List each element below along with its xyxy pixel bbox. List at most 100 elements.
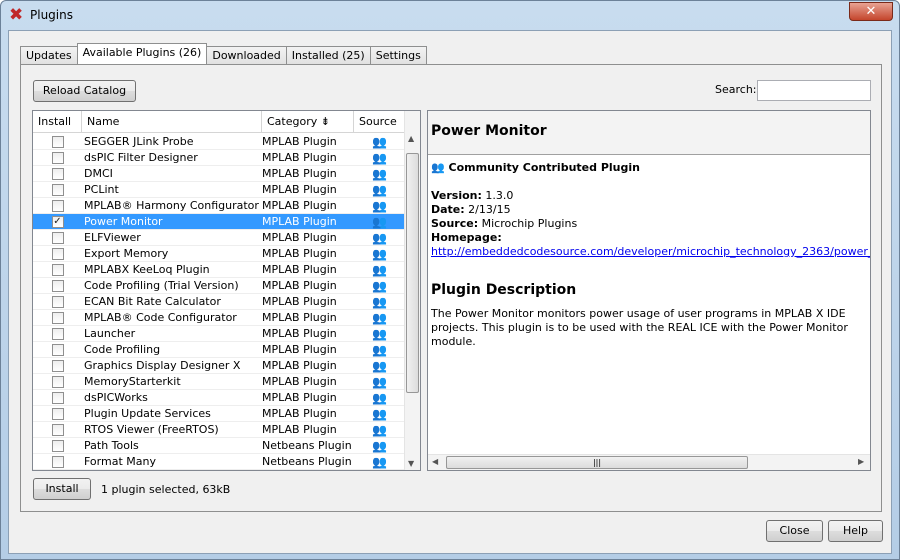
plugin-name: dsPIC Filter Designer [84,151,198,164]
table-row[interactable]: Export Memory MPLAB Plugin 👥 [33,246,405,262]
community-source-icon: 👥 [372,279,387,293]
table-row[interactable]: Code Profiling MPLAB Plugin 👥 [33,342,405,358]
install-cell [33,326,82,341]
table-row[interactable]: ECAN Bit Rate Calculator MPLAB Plugin 👥 [33,294,405,310]
homepage-link[interactable]: http://embeddedcodesource.com/developer/… [431,245,870,259]
install-checkbox[interactable] [51,247,64,260]
install-checkbox[interactable] [51,439,64,452]
community-icon: 👥 [431,161,445,174]
table-row[interactable]: dsPICWorks MPLAB Plugin 👥 [33,390,405,406]
install-checkbox[interactable] [51,311,64,324]
plugin-name: dsPICWorks [84,391,148,404]
search-label: Search: [715,83,757,96]
install-button[interactable]: Install [33,478,91,500]
install-checkbox[interactable] [51,135,64,148]
install-checkbox[interactable] [51,151,64,164]
community-source-icon: 👥 [372,327,387,341]
tab-settings[interactable]: Settings [369,46,427,64]
search-input[interactable] [757,80,871,101]
scroll-left-icon[interactable]: ◀ [432,457,438,466]
h-scroll-thumb[interactable]: ||| [446,456,748,469]
install-cell [33,230,82,245]
tab-downloaded[interactable]: Downloaded [206,46,287,64]
help-button[interactable]: Help [828,520,883,542]
table-row[interactable]: dsPIC Filter Designer MPLAB Plugin 👥 [33,150,405,166]
plugin-name: MemoryStarterkit [84,375,181,388]
plugin-category: MPLAB Plugin [262,151,337,164]
table-row[interactable]: MPLAB® Harmony Configurator MPLAB Plugin… [33,198,405,214]
install-cell [33,198,82,213]
table-row[interactable]: ✓ Power Monitor MPLAB Plugin 👥 [33,214,405,230]
table-row[interactable]: Code Profiling (Trial Version) MPLAB Plu… [33,278,405,294]
install-checkbox[interactable] [51,359,64,372]
date-label: Date: [431,203,465,216]
install-checkbox[interactable] [51,343,64,356]
scroll-right-icon[interactable]: ▶ [858,457,864,466]
plugin-name: ECAN Bit Rate Calculator [84,295,221,308]
install-checkbox[interactable] [51,167,64,180]
table-row[interactable]: DMCI MPLAB Plugin 👥 [33,166,405,182]
install-checkbox[interactable] [51,295,64,308]
install-checkbox[interactable] [51,375,64,388]
plugin-name: MPLABX KeeLoq Plugin [84,263,210,276]
source-label: Source: [431,217,479,230]
column-install[interactable]: Install [33,111,82,132]
install-checkbox[interactable] [51,391,64,404]
column-name[interactable]: Name [82,111,262,132]
title-bar: ✖ Plugins ✕ [1,1,899,29]
window-close-button[interactable]: ✕ [849,2,893,21]
tab-available-plugins[interactable]: Available Plugins (26) [76,43,208,64]
table-row[interactable]: Launcher MPLAB Plugin 👥 [33,326,405,342]
plugin-name: Code Profiling (Trial Version) [84,279,239,292]
install-checkbox[interactable] [51,407,64,420]
horizontal-scrollbar[interactable]: ◀ ||| ▶ [428,454,870,470]
install-cell [33,342,82,357]
table-row[interactable]: Path Tools Netbeans Plugin 👥 [33,438,405,454]
table-row[interactable]: RTOS Viewer (FreeRTOS) MPLAB Plugin 👥 [33,422,405,438]
table-row[interactable]: MPLABX KeeLoq Plugin MPLAB Plugin 👥 [33,262,405,278]
install-checkbox[interactable] [51,279,64,292]
table-row[interactable]: Plugin Update Services MPLAB Plugin 👥 [33,406,405,422]
install-checkbox[interactable] [51,183,64,196]
install-checkbox[interactable] [51,199,64,212]
install-cell [33,182,82,197]
plugin-name: ELFViewer [84,231,141,244]
install-checkbox[interactable] [51,231,64,244]
column-source[interactable]: Source [354,111,405,132]
table-row[interactable]: MPLAB® Code Configurator MPLAB Plugin 👥 [33,310,405,326]
scroll-up-icon[interactable]: ▲ [408,134,414,143]
plugin-name: Format Many [84,455,156,468]
install-cell [33,406,82,421]
plugin-category: MPLAB Plugin [262,231,337,244]
vertical-scrollbar[interactable]: ▲ ▼ [404,111,420,470]
install-checkbox[interactable] [51,455,64,468]
plugin-category: Netbeans Plugin [262,455,352,468]
close-button[interactable]: Close [766,520,823,542]
table-row[interactable]: PCLint MPLAB Plugin 👥 [33,182,405,198]
install-checkbox[interactable]: ✓ [51,215,64,228]
table-row[interactable]: Format Many Netbeans Plugin 👥 [33,454,405,470]
scroll-thumb[interactable] [406,153,419,393]
tab-updates[interactable]: Updates [20,46,78,64]
table-row[interactable]: ELFViewer MPLAB Plugin 👥 [33,230,405,246]
column-category[interactable]: Category ⇟ [262,111,354,132]
install-checkbox[interactable] [51,263,64,276]
community-source-icon: 👥 [372,215,387,229]
table-row[interactable]: SEGGER JLink Probe MPLAB Plugin 👥 [33,134,405,150]
install-checkbox[interactable] [51,327,64,340]
install-cell [33,134,82,149]
source-value: Microchip Plugins [481,217,578,230]
table-row[interactable]: Graphics Display Designer X MPLAB Plugin… [33,358,405,374]
plugin-name: DMCI [84,167,113,180]
tab-installed[interactable]: Installed (25) [285,46,371,64]
scroll-down-icon[interactable]: ▼ [408,459,414,468]
install-cell [33,422,82,437]
tab-bar: Updates Available Plugins (26) Downloade… [20,43,427,64]
community-source-icon: 👥 [372,231,387,245]
reload-catalog-button[interactable]: Reload Catalog [33,80,136,102]
community-source-icon: 👥 [372,343,387,357]
selection-status: 1 plugin selected, 63kB [101,483,231,496]
install-checkbox[interactable] [51,423,64,436]
community-source-icon: 👥 [372,455,387,469]
table-row[interactable]: MemoryStarterkit MPLAB Plugin 👥 [33,374,405,390]
